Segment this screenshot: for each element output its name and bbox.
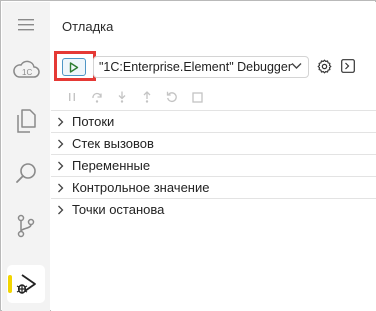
menu-icon [18, 19, 34, 31]
chevron-right-icon [58, 183, 64, 193]
section-label: Переменные [72, 158, 151, 173]
activity-bar: 1C [2, 2, 50, 311]
panel-title: Отладка [62, 19, 114, 34]
step-over-button[interactable] [89, 89, 105, 105]
activity-source-control[interactable] [2, 206, 50, 246]
pause-button[interactable] [64, 89, 80, 105]
section-label: Стек вызовов [72, 136, 154, 151]
chevron-down-icon [291, 63, 302, 69]
chevron-right-icon [58, 161, 64, 171]
debug-configuration-value: "1C:Enterprise.Element" Debugger [99, 60, 292, 74]
stop-icon [191, 91, 203, 103]
section-label: Контрольное значение [72, 180, 210, 195]
debug-sections: Потоки Стек вызовов Переменные Контрольн… [51, 110, 376, 220]
terminal-icon [341, 59, 355, 73]
activity-1c-cloud[interactable]: 1C [2, 49, 50, 89]
step-into-icon [118, 91, 126, 103]
files-icon [17, 109, 36, 133]
play-icon [69, 61, 79, 73]
stop-button[interactable] [189, 89, 205, 105]
section-variables[interactable]: Переменные [51, 154, 376, 176]
cloud-1c-icon: 1C [13, 60, 40, 78]
chevron-right-icon [58, 205, 64, 215]
chevron-right-icon [58, 117, 64, 127]
section-watch[interactable]: Контрольное значение [51, 176, 376, 198]
gear-icon [317, 59, 331, 73]
svg-text:1C: 1C [22, 68, 32, 77]
step-out-icon [143, 91, 151, 103]
activity-search[interactable] [2, 153, 50, 193]
section-threads[interactable]: Потоки [51, 110, 376, 132]
run-debug-icon [16, 274, 36, 294]
settings-button[interactable] [316, 58, 332, 74]
step-into-button[interactable] [114, 89, 130, 105]
section-call-stack[interactable]: Стек вызовов [51, 132, 376, 154]
debug-panel: Отладка "1C:Enterprise.Element" Debugger [51, 2, 376, 311]
step-out-button[interactable] [139, 89, 155, 105]
start-debugging-button[interactable] [62, 58, 86, 76]
step-over-icon [92, 92, 102, 103]
debug-console-button[interactable] [341, 59, 355, 73]
window-frame: 1C Отладка "1C:Enterprise.Element" Debug… [0, 0, 376, 311]
section-breakpoints[interactable]: Точки останова [51, 198, 376, 220]
section-label: Потоки [72, 114, 115, 129]
run-debug-icon-wrap[interactable] [6, 265, 46, 303]
section-label: Точки останова [72, 202, 165, 217]
restart-icon [166, 91, 177, 102]
activity-explorer[interactable] [2, 101, 50, 141]
chevron-right-icon [58, 139, 64, 149]
menu-button[interactable] [2, 5, 50, 45]
restart-button[interactable] [164, 89, 180, 105]
debug-configuration-select[interactable]: "1C:Enterprise.Element" Debugger [93, 56, 309, 78]
search-icon [16, 163, 36, 183]
pause-icon [69, 93, 75, 101]
source-control-icon [17, 214, 35, 238]
